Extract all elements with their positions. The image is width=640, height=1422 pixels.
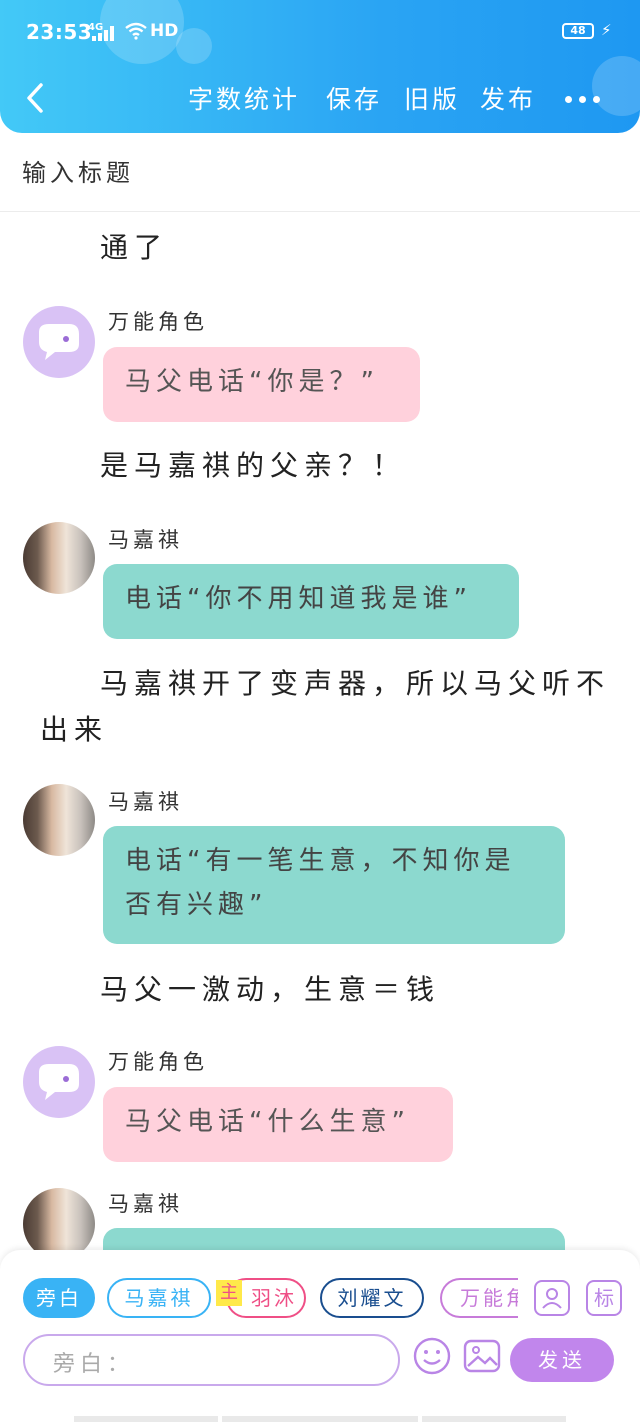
speaker-name: 马嘉祺 xyxy=(108,1192,183,1216)
dialogue-bubble[interactable]: 电话“有一笔生意，不知你是 否有兴趣” xyxy=(103,826,565,944)
dialogue-text: 马父电话“什么生意” xyxy=(125,1107,410,1137)
narration-text: 是马嘉祺的父亲？！ xyxy=(100,449,407,482)
dialogue-text: 电话“你不用知道我是谁” xyxy=(125,584,472,614)
more-dots-icon[interactable] xyxy=(562,82,602,112)
role-chip-ma-jiaqi[interactable]: 马嘉祺 xyxy=(107,1278,211,1318)
speaker-name: 万能角色 xyxy=(108,1050,208,1074)
nav-bar-segment xyxy=(422,1416,566,1422)
narration-text: 通了 xyxy=(100,231,169,264)
wifi-icon xyxy=(125,22,147,40)
narration-text: 马父一激动，生意＝钱 xyxy=(100,973,441,1006)
old-version-button[interactable]: 旧版 xyxy=(404,80,460,116)
dialogue-text: 马父电话“你是？” xyxy=(125,367,379,397)
tag-button[interactable]: 标 xyxy=(586,1280,622,1316)
title-placeholder: 输入标题 xyxy=(22,159,134,187)
chevron-left-icon[interactable] xyxy=(22,80,52,116)
dialogue-bubble[interactable]: 马父电话“什么生意” xyxy=(103,1087,453,1162)
chat-bubble-icon xyxy=(39,1064,79,1100)
publish-button[interactable]: 发布 xyxy=(480,80,536,116)
speaker-name: 马嘉祺 xyxy=(108,790,183,814)
wifi-hd-label: HD xyxy=(150,21,179,41)
input-placeholder: 旁白： xyxy=(53,1352,135,1377)
dialogue-bubble[interactable]: 马父电话“你是？” xyxy=(103,347,420,422)
dialogue-text: 否有兴趣” xyxy=(125,890,268,920)
charging-icon: ⚡ xyxy=(601,21,612,39)
editor-toolbar: 字数统计 保存 旧版 发布 xyxy=(0,70,640,126)
avatar-ma-jiaqi[interactable] xyxy=(23,522,95,594)
speaker-name: 马嘉祺 xyxy=(108,528,183,552)
status-bar: 23:53 4G HD 48 ⚡ xyxy=(0,0,640,64)
battery-icon: 48 xyxy=(562,23,594,39)
status-time: 23:53 xyxy=(26,20,93,44)
avatar-wanneng[interactable] xyxy=(23,306,95,378)
avatar-ma-jiaqi[interactable] xyxy=(23,784,95,856)
role-chip-wanneng[interactable]: 万能角色 xyxy=(440,1278,518,1318)
title-field[interactable]: 输入标题 xyxy=(0,133,640,212)
send-button[interactable]: 发送 xyxy=(510,1338,614,1382)
role-chip-label: 羽沐 xyxy=(251,1286,297,1310)
dialogue-text: 电话“有一笔生意，不知你是 xyxy=(125,846,516,876)
role-chip-liu-yaowen[interactable]: 刘耀文 xyxy=(320,1278,424,1318)
nav-bar-segment xyxy=(222,1416,418,1422)
role-chip-narrator[interactable]: 旁白 xyxy=(23,1278,95,1318)
save-button[interactable]: 保存 xyxy=(326,80,382,116)
character-manage-icon[interactable] xyxy=(534,1280,570,1316)
message-input[interactable]: 旁白： xyxy=(23,1334,400,1386)
narration-text: 马嘉祺开了变声器，所以马父听不 xyxy=(100,667,611,700)
word-count-button[interactable]: 字数统计 xyxy=(188,80,300,116)
chat-bubble-icon xyxy=(39,324,79,360)
nav-bar-segment xyxy=(74,1416,218,1422)
image-icon[interactable] xyxy=(462,1336,502,1376)
app-header: 23:53 4G HD 48 ⚡ 字数统计 保存 旧版 发布 xyxy=(0,0,640,133)
dialogue-bubble[interactable]: 电话“你不用知道我是谁” xyxy=(103,564,519,639)
avatar-wanneng[interactable] xyxy=(23,1046,95,1118)
emoji-icon[interactable] xyxy=(412,1336,452,1376)
main-role-tag: 主 xyxy=(216,1280,242,1306)
signal-icon xyxy=(92,26,114,41)
speaker-name: 万能角色 xyxy=(108,310,208,334)
narration-text: 出来 xyxy=(40,713,109,746)
